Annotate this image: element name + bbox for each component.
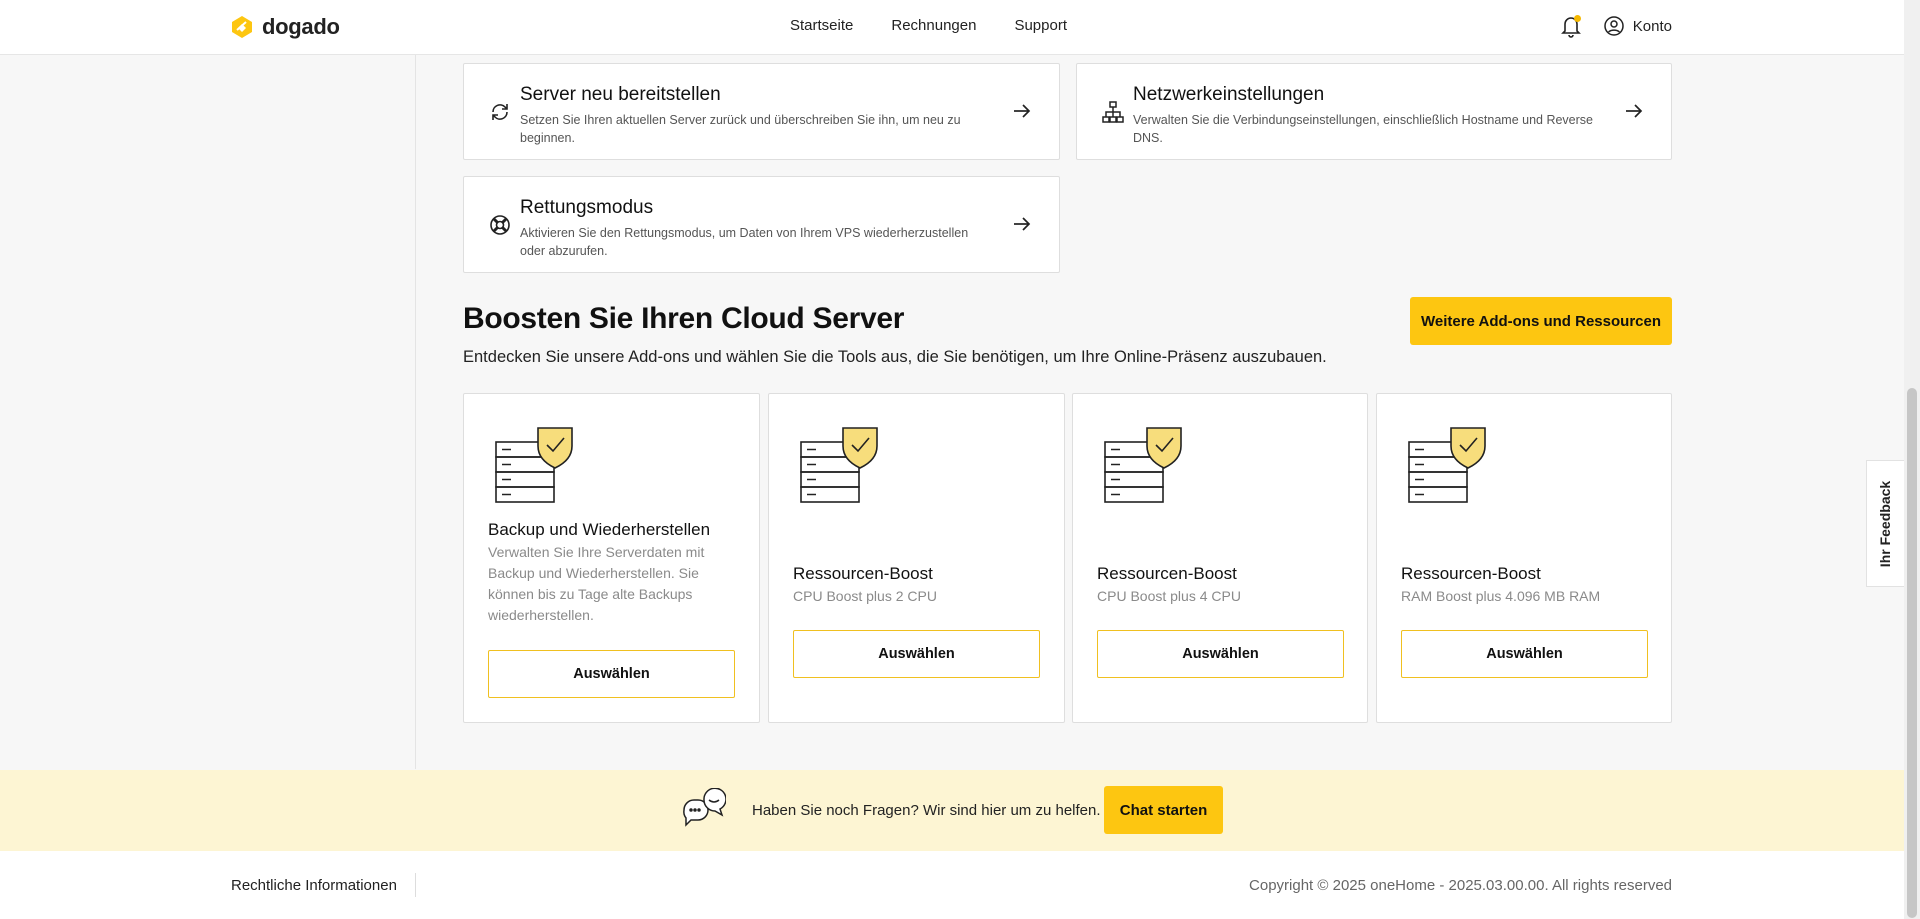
- notifications-button[interactable]: [1560, 14, 1582, 38]
- action-card-reinstall[interactable]: Server neu bereitstellen Setzen Sie Ihre…: [463, 63, 1060, 160]
- addon-card-cpu-4: Ressourcen-Boost CPU Boost plus 4 CPU Au…: [1072, 393, 1368, 723]
- copyright-text: Copyright © 2025 oneHome - 2025.03.00.00…: [1249, 877, 1672, 894]
- server-shield-icon: [1104, 427, 1182, 503]
- server-shield-icon: [495, 427, 573, 503]
- addon-name: Backup und Wiederherstellen: [488, 520, 711, 539]
- main-nav: Startseite Rechnungen Support: [790, 17, 1067, 34]
- addon-card-ram: Ressourcen-Boost RAM Boost plus 4.096 MB…: [1376, 393, 1672, 723]
- account-label: Konto: [1632, 17, 1672, 35]
- account-button[interactable]: Konto: [1604, 16, 1672, 36]
- lifebuoy-icon: [490, 215, 510, 235]
- dogado-logo-icon: [232, 16, 252, 38]
- feedback-tab[interactable]: Ihr Feedback: [1866, 460, 1904, 587]
- user-circle-icon: [1604, 16, 1624, 36]
- page-scrollbar[interactable]: [1904, 0, 1920, 919]
- arrow-right-icon: [1626, 104, 1643, 118]
- notification-dot: [1573, 15, 1581, 22]
- addon-info: CPU Boost plus 2 CPU: [793, 588, 937, 604]
- arrow-right-icon: [1014, 217, 1031, 231]
- nav-startseite[interactable]: Startseite: [790, 17, 853, 34]
- addon-card-cpu-2: Ressourcen-Boost CPU Boost plus 2 CPU Au…: [768, 393, 1065, 723]
- server-shield-icon: [800, 427, 878, 503]
- chat-bubbles-icon: [683, 788, 726, 827]
- chat-start-button[interactable]: Chat starten: [1104, 786, 1223, 834]
- header-actions: Konto: [1560, 14, 1672, 38]
- legal-info-link[interactable]: Rechtliche Informationen: [231, 877, 397, 894]
- addon-name: Ressourcen-Boost: [793, 564, 933, 583]
- boost-section-title: Boosten Sie Ihren Cloud Server: [463, 302, 905, 335]
- boost-section-subtitle: Entdecken Sie unsere Add-ons und wählen …: [463, 348, 1327, 366]
- refresh-icon: [492, 104, 508, 120]
- addon-info: Verwalten Sie Ihre Serverdaten mit Backu…: [488, 544, 705, 623]
- more-addons-button[interactable]: Weitere Add-ons und Ressourcen: [1410, 297, 1672, 345]
- feedback-label: Ihr Feedback: [1877, 480, 1894, 567]
- nav-support[interactable]: Support: [1014, 17, 1067, 34]
- help-text: Haben Sie noch Fragen? Wir sind hier um …: [752, 802, 1101, 819]
- dogado-logo[interactable]: dogado: [231, 14, 340, 40]
- select-button[interactable]: Auswählen: [1401, 630, 1648, 678]
- server-shield-icon: [1408, 427, 1486, 503]
- action-title: Server neu bereitstellen: [520, 84, 721, 105]
- addon-info: CPU Boost plus 4 CPU: [1097, 588, 1241, 604]
- scrollbar-thumb[interactable]: [1907, 388, 1917, 918]
- action-card-rescue[interactable]: Rettungsmodus Aktivieren Sie den Rettung…: [463, 176, 1060, 273]
- addon-name: Ressourcen-Boost: [1097, 564, 1237, 583]
- select-button[interactable]: Auswählen: [793, 630, 1040, 678]
- network-icon: [1102, 101, 1124, 123]
- footer: Rechtliche Informationen Copyright © 202…: [0, 851, 1904, 919]
- select-button[interactable]: Auswählen: [488, 650, 735, 698]
- addon-info: RAM Boost plus 4.096 MB RAM: [1401, 588, 1601, 604]
- arrow-right-icon: [1014, 104, 1031, 118]
- action-title: Netzwerkeinstellungen: [1133, 84, 1325, 105]
- action-title: Rettungsmodus: [520, 197, 654, 218]
- nav-rechnungen[interactable]: Rechnungen: [891, 17, 976, 34]
- action-description: Verwalten Sie die Verbindungseinstellung…: [1133, 113, 1593, 145]
- sidebar-divider: [415, 55, 416, 769]
- addon-name: Ressourcen-Boost: [1401, 564, 1541, 583]
- top-navigation-bar: dogado Startseite Rechnungen Support Kon…: [0, 0, 1904, 55]
- action-description: Aktivieren Sie den Rettungsmodus, um Dat…: [520, 226, 969, 258]
- action-card-network[interactable]: Netzwerkeinstellungen Verwalten Sie die …: [1076, 63, 1672, 160]
- footer-divider: [415, 873, 416, 897]
- logo-text: dogado: [262, 14, 340, 39]
- addon-card-backup: Backup und Wiederherstellen Verwalten Si…: [463, 393, 760, 723]
- select-button[interactable]: Auswählen: [1097, 630, 1344, 678]
- help-banner: Haben Sie noch Fragen? Wir sind hier um …: [0, 770, 1904, 851]
- action-description: Setzen Sie Ihren aktuellen Server zurück…: [520, 113, 961, 145]
